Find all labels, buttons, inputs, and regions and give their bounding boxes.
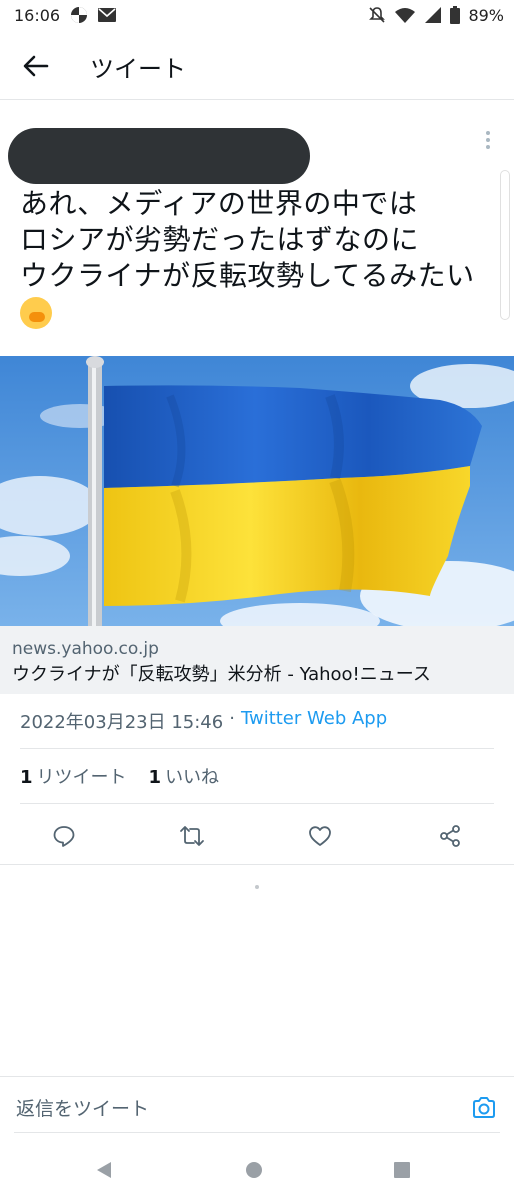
signal-icon [424, 6, 442, 24]
retweets-label: リツイート [36, 767, 127, 788]
reply-icon [53, 826, 75, 847]
nav-recents-icon [394, 1162, 410, 1178]
retweets-count: 1 [20, 767, 33, 788]
tweet-datetime: 2022年03月23日 15:46 [20, 712, 224, 733]
app-notification-icon [70, 6, 88, 24]
heart-icon [309, 826, 331, 846]
reply-bottom-divider [14, 1132, 500, 1133]
page-title: ツイート [90, 54, 186, 83]
mail-icon [98, 8, 117, 22]
link-card-title: ウクライナが「反転攻勢」米分析 - Yahoo!ニュース [12, 664, 431, 685]
reply-button[interactable] [44, 816, 84, 856]
stats-divider [20, 803, 494, 804]
nav-recents-button[interactable] [384, 1152, 420, 1188]
link-card-meta[interactable]: news.yahoo.co.jp ウクライナが「反転攻勢」米分析 - Yahoo… [0, 626, 514, 694]
back-arrow-icon [23, 55, 49, 77]
top-app-bar: ツイート [0, 36, 514, 96]
likes-label: いいね [165, 767, 220, 788]
timestamp-separator: · [229, 708, 235, 729]
reply-bar: 返信をツイート [0, 1076, 514, 1138]
battery-icon [450, 6, 461, 24]
more-options-button[interactable] [476, 128, 500, 152]
mute-icon [368, 6, 386, 24]
timestamp-divider [20, 748, 494, 749]
system-nav-bar [0, 1140, 514, 1199]
reply-input[interactable]: 返信をツイート [16, 1094, 149, 1121]
status-bar: 16:06 89% [0, 0, 514, 30]
camera-icon [473, 1097, 495, 1118]
wifi-icon [394, 6, 416, 24]
like-button[interactable] [300, 816, 340, 856]
nav-home-button[interactable] [236, 1152, 272, 1188]
battery-percent: 89% [468, 5, 504, 25]
actions-divider [0, 864, 514, 865]
link-card-domain: news.yahoo.co.jp [12, 639, 159, 659]
client-link[interactable]: Twitter Web App [241, 708, 387, 734]
retweet-button[interactable] [172, 816, 212, 856]
likes-stat[interactable]: 1 いいね [149, 763, 220, 789]
header-divider [0, 99, 514, 100]
retweet-icon [180, 826, 204, 846]
share-button[interactable] [430, 816, 470, 856]
face-with-hand-over-mouth-icon [20, 297, 52, 329]
tweet-body: あれ、メディアの世界の中では ロシアが劣勢だったはずなのに ウクライナが反転攻勢… [20, 187, 475, 292]
tweet-text: あれ、メディアの世界の中では ロシアが劣勢だったはずなのに ウクライナが反転攻勢… [20, 186, 490, 330]
loading-dot [255, 885, 259, 889]
back-button[interactable] [8, 38, 64, 94]
scrollbar[interactable] [500, 170, 510, 320]
retweets-stat[interactable]: 1 リツイート [20, 763, 127, 789]
more-vertical-icon [486, 131, 490, 149]
link-card-image[interactable] [0, 356, 514, 626]
likes-count: 1 [148, 767, 162, 788]
nav-back-button[interactable] [86, 1152, 122, 1188]
tweet-actions [0, 816, 514, 856]
ukraine-flag-image [0, 356, 514, 626]
camera-button[interactable] [466, 1090, 502, 1126]
status-time: 16:06 [14, 5, 61, 25]
redacted-author [8, 128, 310, 184]
nav-home-icon [246, 1162, 262, 1178]
engagement-stats: 1 リツイート 1 いいね [20, 763, 219, 789]
nav-back-icon [97, 1162, 111, 1178]
tweet-timestamp: 2022年03月23日 15:46 · Twitter Web App [20, 708, 387, 734]
share-icon [440, 825, 460, 847]
